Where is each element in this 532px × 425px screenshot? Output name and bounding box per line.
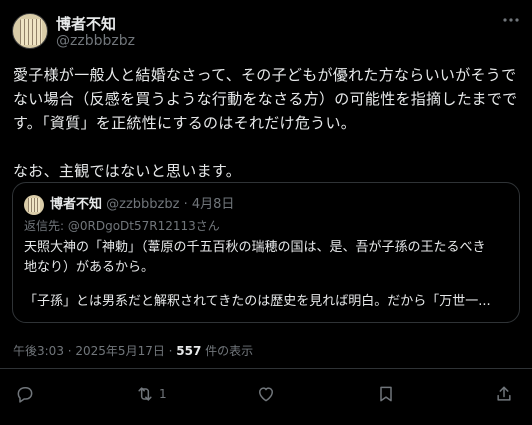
author-avatar[interactable] <box>12 13 48 49</box>
post-text-line: 愛子様が一般人と結婚なさって、その子どもが優れた方ならいいがそうで <box>13 66 517 84</box>
post-text-line: なお、主観ではないと思います。 <box>13 162 242 180</box>
author-handle[interactable]: @zzbbbzbz <box>56 33 135 49</box>
quote-avatar <box>24 195 44 215</box>
retweet-icon <box>138 387 152 401</box>
quote-date: 4月8日 <box>191 197 235 212</box>
post-timestamp: 午後3:03 · 2025年5月17日 · 557 件の表示 <box>13 342 253 359</box>
retweet-button[interactable]: 1 <box>135 380 167 408</box>
quote-text: 天照大神の「神勅」（葦原の千五百秋の瑞穂の国は、是、吾が子孫の王たるべき 地なり… <box>24 238 510 312</box>
avatar-image <box>28 198 40 212</box>
post-time[interactable]: 午後3:03 · 2025年5月17日 · <box>13 344 176 358</box>
action-bar: 1 <box>0 380 532 410</box>
divider <box>0 368 532 369</box>
more-options-button[interactable] <box>498 10 524 30</box>
retweet-count: 1 <box>159 387 167 401</box>
bookmark-button[interactable] <box>376 380 396 408</box>
quoted-post[interactable]: 博者不知 @zzbbbzbz · 4月8日 返信先: @0RDgoDt57R12… <box>12 182 520 323</box>
reply-icon <box>17 387 33 403</box>
share-icon <box>497 386 511 401</box>
quote-separator: · <box>183 197 188 212</box>
quote-header: 博者不知 @zzbbbzbz · 4月8日 <box>50 195 234 215</box>
heart-icon <box>259 387 273 402</box>
quote-author-name: 博者不知 <box>50 197 103 212</box>
quote-author-handle: @zzbbbzbz <box>106 197 180 212</box>
quote-text-line: 天照大神の「神勅」（葦原の千五百秋の瑞穂の国は、是、吾が子孫の王たるべき <box>24 240 486 255</box>
reply-button[interactable] <box>15 380 35 408</box>
reply-mention: @0RDgoDt57R12113さん <box>67 219 220 233</box>
author-name[interactable]: 博者不知 <box>56 13 116 34</box>
views-count: 557 <box>176 344 202 358</box>
reply-prefix: 返信先: <box>24 219 65 233</box>
quote-text-line: 「子孫」とは男系だと解釈されてきたのは歴史を見れば明白。だから「万世一... <box>24 294 491 309</box>
post-text: 愛子様が一般人と結婚なさって、その子どもが優れた方ならいいがそうで ない場合（反… <box>13 63 521 183</box>
bookmark-icon <box>380 386 392 402</box>
views-label: 件の表示 <box>201 344 254 358</box>
share-button[interactable] <box>494 380 514 408</box>
post-text-line: ない場合（反感を買うような行動をなさる方）の可能性を指摘したまでで <box>13 90 518 108</box>
like-button[interactable] <box>256 380 276 408</box>
quote-reply-to: 返信先: @0RDgoDt57R12113さん <box>24 217 220 234</box>
quote-text-line: 地なり）があるから。 <box>24 260 155 275</box>
post-text-line: す。「資質」を正統性にするのはそれだけ危うい。 <box>13 114 357 132</box>
more-icon <box>503 18 519 22</box>
avatar-image <box>20 19 42 45</box>
